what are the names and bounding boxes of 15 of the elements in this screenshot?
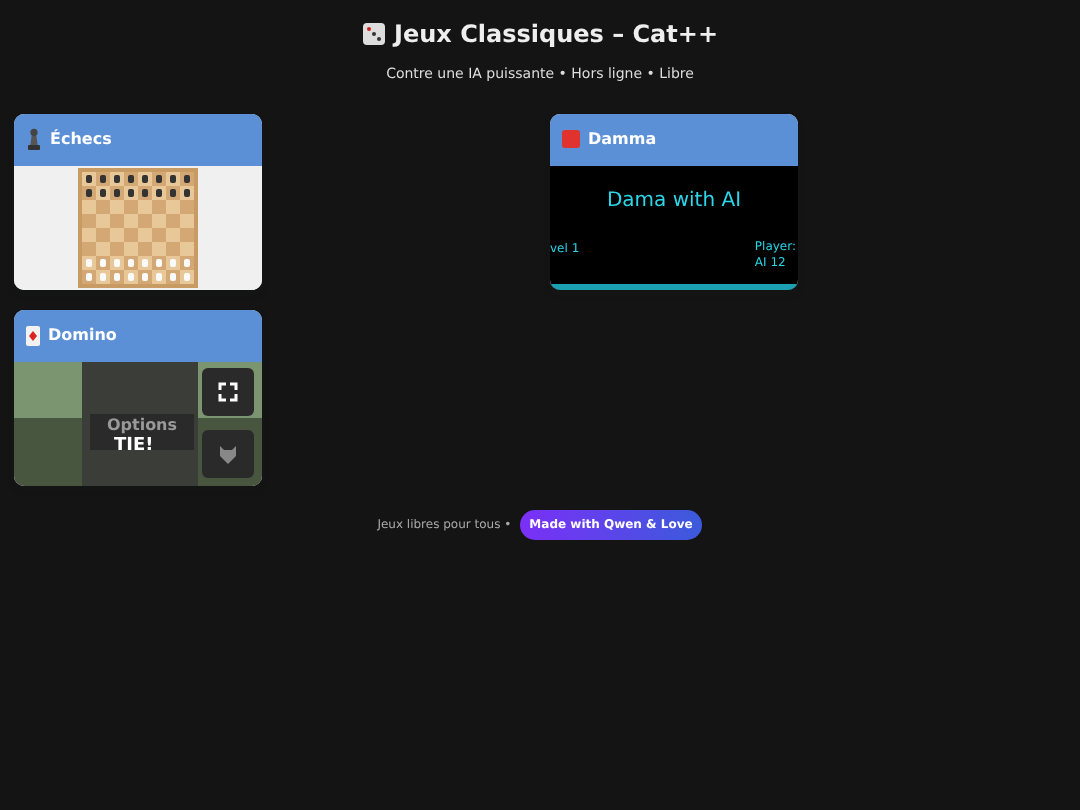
result-text: TIE! xyxy=(114,433,154,459)
fullscreen-icon xyxy=(218,381,238,401)
pawn-icon xyxy=(26,128,42,150)
game-card[interactable]: Domino Options TIE! xyxy=(14,309,262,485)
page-title: Jeux Classiques – Cat++ xyxy=(394,18,718,52)
game-title: Échecs xyxy=(50,127,112,151)
card-icon xyxy=(26,325,40,345)
chessboard-drawing xyxy=(78,167,198,287)
game-title: Damma xyxy=(588,127,657,151)
square-icon xyxy=(562,130,580,148)
fullscreen-button[interactable] xyxy=(202,367,254,415)
dice-icon xyxy=(362,22,386,46)
game-title: Domino xyxy=(48,323,117,347)
preview-heading: Dama with AI xyxy=(604,187,744,215)
mask-button[interactable] xyxy=(202,429,254,477)
